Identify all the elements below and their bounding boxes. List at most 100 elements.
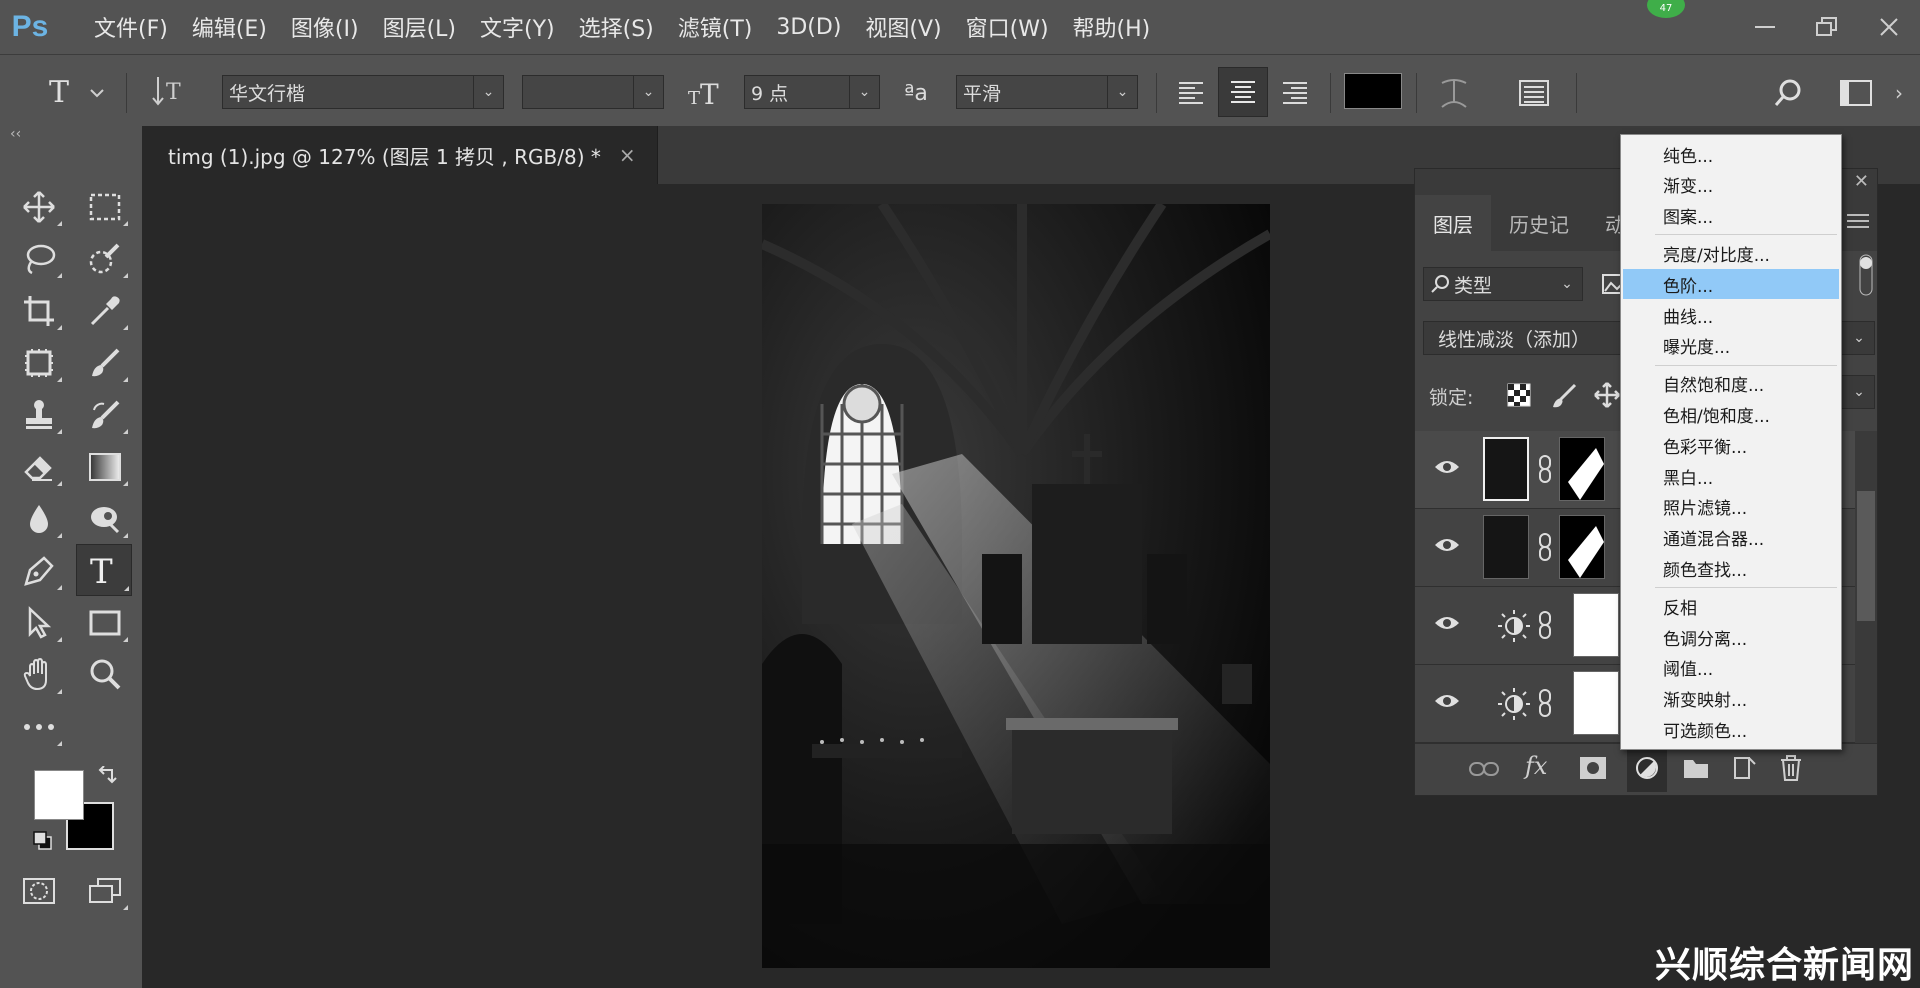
menu-item[interactable]: 文件(F) xyxy=(82,0,180,54)
rectangle-tool[interactable] xyxy=(80,600,130,646)
lasso-tool[interactable] xyxy=(14,236,64,282)
swap-colors-icon[interactable] xyxy=(96,765,118,792)
tool-preset-picker[interactable]: T xyxy=(44,71,114,111)
close-window-button[interactable] xyxy=(1858,7,1920,47)
brush-tool[interactable] xyxy=(80,340,130,386)
panel-menu-icon[interactable] xyxy=(1847,213,1869,233)
adjustment-menu-item[interactable]: 曝光度... xyxy=(1623,331,1839,361)
menu-item[interactable]: 文字(Y) xyxy=(468,0,567,54)
adjustment-menu-item[interactable]: 渐变映射... xyxy=(1623,684,1839,714)
search-button[interactable] xyxy=(1764,71,1812,115)
scrollbar-thumb[interactable] xyxy=(1857,491,1875,621)
adjustment-menu-item[interactable]: 曲线... xyxy=(1623,300,1839,330)
layer-style-fx-icon[interactable]: fx xyxy=(1525,752,1547,780)
new-adjustment-layer-button[interactable] xyxy=(1627,748,1667,792)
history-brush-tool[interactable] xyxy=(80,392,130,438)
foreground-color-swatch[interactable] xyxy=(34,770,84,820)
layer-mask-thumbnail[interactable] xyxy=(1559,437,1605,501)
adjustment-menu-item[interactable]: 纯色... xyxy=(1623,139,1839,169)
align-center-button[interactable] xyxy=(1218,67,1268,117)
adjustment-menu-item[interactable]: 照片滤镜... xyxy=(1623,492,1839,522)
slider-knob-icon[interactable] xyxy=(1855,253,1877,299)
text-color-swatch[interactable] xyxy=(1344,73,1402,109)
layer-mask-thumbnail[interactable] xyxy=(1573,593,1619,657)
marquee-tool[interactable] xyxy=(80,184,130,230)
adjustment-menu-item[interactable]: 色调分离... xyxy=(1623,622,1839,652)
adjustment-menu-item[interactable]: 图案... xyxy=(1623,201,1839,231)
dodge-tool[interactable] xyxy=(80,496,130,542)
adjustment-menu-item[interactable]: 色相/饱和度... xyxy=(1623,399,1839,429)
workspace-dropdown-chevron-icon[interactable]: › xyxy=(1884,71,1914,115)
eye-icon[interactable] xyxy=(1433,613,1461,633)
zoom-tool[interactable] xyxy=(80,652,130,698)
menu-item[interactable]: 窗口(W) xyxy=(954,0,1061,54)
layer-mask-thumbnail[interactable] xyxy=(1573,671,1619,735)
workspace-button[interactable] xyxy=(1832,71,1880,115)
panel-tab[interactable]: 历史记 xyxy=(1491,195,1587,251)
menu-item[interactable]: 3D(D) xyxy=(764,0,853,54)
layer-thumbnail[interactable] xyxy=(1483,515,1529,579)
quick-mask-button[interactable] xyxy=(14,868,64,914)
layer-filter-select[interactable]: 类型 ⌄ xyxy=(1423,267,1583,301)
warp-text-button[interactable] xyxy=(1430,71,1478,115)
antialias-select[interactable]: 平滑 ⌄ xyxy=(956,75,1138,109)
gradient-tool[interactable] xyxy=(80,444,130,490)
clone-stamp-tool[interactable] xyxy=(14,392,64,438)
align-right-button[interactable] xyxy=(1272,71,1318,115)
menu-item[interactable]: 编辑(E) xyxy=(180,0,279,54)
type-tool[interactable]: T xyxy=(76,544,132,596)
menu-item[interactable]: 选择(S) xyxy=(567,0,666,54)
adjustment-menu-item[interactable]: 颜色查找... xyxy=(1623,553,1839,583)
adjustment-menu-item[interactable]: 色阶... xyxy=(1623,269,1839,300)
lock-position-move-icon[interactable] xyxy=(1593,381,1621,413)
adjustment-menu-item[interactable]: 阈值... xyxy=(1623,653,1839,683)
add-mask-icon[interactable] xyxy=(1579,756,1607,780)
layer-thumbnail[interactable] xyxy=(1483,437,1529,501)
eye-icon[interactable] xyxy=(1433,457,1461,477)
hand-tool[interactable] xyxy=(14,652,64,698)
quick-selection-tool[interactable] xyxy=(80,236,130,282)
canvas-image[interactable] xyxy=(762,204,1270,968)
menu-item[interactable]: 图层(L) xyxy=(371,0,468,54)
adjustment-menu-item[interactable]: 亮度/对比度... xyxy=(1623,238,1839,268)
path-selection-tool[interactable] xyxy=(14,600,64,646)
eyedropper-tool[interactable] xyxy=(80,288,130,334)
lock-transparent-icon[interactable] xyxy=(1507,383,1531,411)
adjustment-menu-item[interactable]: 色彩平衡... xyxy=(1623,430,1839,460)
panel-tab[interactable]: 图层 xyxy=(1415,195,1491,251)
blur-tool[interactable] xyxy=(14,496,64,542)
menu-item[interactable]: 图像(I) xyxy=(279,0,371,54)
eye-icon[interactable] xyxy=(1433,535,1461,555)
link-layers-icon[interactable] xyxy=(1469,758,1499,780)
adjustment-menu-item[interactable]: 渐变... xyxy=(1623,170,1839,200)
character-panel-button[interactable] xyxy=(1510,71,1558,115)
new-group-folder-icon[interactable] xyxy=(1683,756,1709,780)
eraser-tool[interactable] xyxy=(14,444,64,490)
adjustment-menu-item[interactable]: 黑白... xyxy=(1623,461,1839,491)
pen-tool[interactable] xyxy=(14,548,64,594)
adjustment-menu-item[interactable]: 反相 xyxy=(1623,591,1839,621)
menu-item[interactable]: 滤镜(T) xyxy=(666,0,765,54)
trash-icon[interactable] xyxy=(1779,754,1803,782)
font-family-select[interactable]: 华文行楷 ⌄ xyxy=(222,75,504,109)
font-size-select[interactable]: 9 点 ⌄ xyxy=(744,75,880,109)
panel-close-icon[interactable]: ✕ xyxy=(1854,171,1869,192)
menu-item[interactable]: 帮助(H) xyxy=(1061,0,1163,54)
move-tool[interactable] xyxy=(14,184,64,230)
layers-scrollbar[interactable] xyxy=(1855,431,1877,745)
new-layer-icon[interactable] xyxy=(1733,754,1757,780)
crop-tool[interactable] xyxy=(14,288,64,334)
notification-badge[interactable]: 47 xyxy=(1647,0,1685,18)
adjustment-menu-item[interactable]: 自然饱和度... xyxy=(1623,369,1839,399)
edit-toolbar-button[interactable] xyxy=(14,704,64,750)
adjustment-menu-item[interactable]: 可选颜色... xyxy=(1623,714,1839,744)
default-colors-icon[interactable] xyxy=(32,830,54,856)
adjustment-menu-item[interactable]: 通道混合器... xyxy=(1623,523,1839,553)
menu-item[interactable]: 视图(V) xyxy=(853,0,953,54)
eye-icon[interactable] xyxy=(1433,691,1461,711)
document-tab[interactable]: timg (1).jpg @ 127% (图层 1 拷贝 , RGB/8) * … xyxy=(148,126,658,184)
collapse-panel-icon[interactable]: ‹‹ xyxy=(10,126,21,142)
align-left-button[interactable] xyxy=(1168,71,1214,115)
frame-tool[interactable] xyxy=(14,340,64,386)
screen-mode-button[interactable] xyxy=(80,868,130,914)
